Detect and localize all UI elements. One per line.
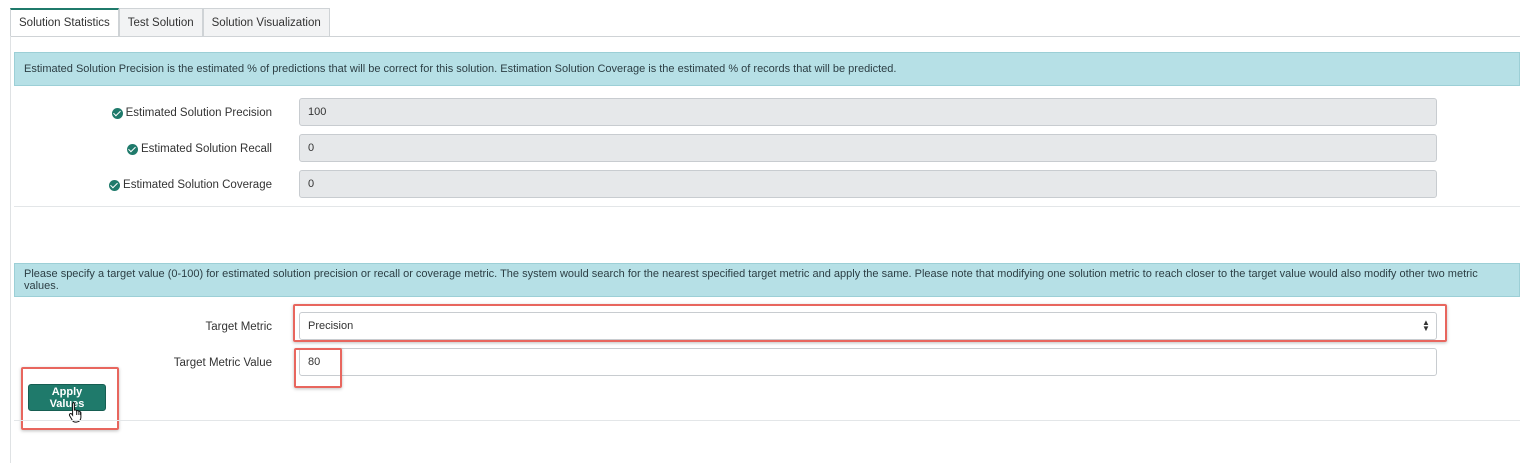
select-highlight-box <box>293 304 1447 342</box>
target-value-row: Target Metric Value 80 <box>14 348 1520 378</box>
section-divider <box>14 206 1520 207</box>
recall-label-text: Estimated Solution Recall <box>140 143 272 155</box>
tab-bar: Solution Statistics Test Solution Soluti… <box>10 8 330 37</box>
panel-border <box>10 36 11 463</box>
recall-row: Estimated Solution Recall 0 <box>14 134 1520 164</box>
check-circle-icon <box>111 107 123 119</box>
coverage-row: Estimated Solution Coverage 0 <box>14 170 1520 200</box>
statistics-info-text: Estimated Solution Precision is the esti… <box>24 63 897 75</box>
target-value-label: Target Metric Value <box>173 357 272 369</box>
precision-label: Estimated Solution Precision <box>111 98 272 128</box>
coverage-label-text: Estimated Solution Coverage <box>123 179 272 191</box>
coverage-field: 0 <box>299 170 1437 198</box>
target-metric-label: Target Metric <box>205 321 272 333</box>
tab-solution-visualization[interactable]: Solution Visualization <box>202 8 330 36</box>
recall-field: 0 <box>299 134 1437 162</box>
tab-divider <box>10 36 1520 37</box>
recall-label: Estimated Solution Recall <box>126 134 272 164</box>
precision-row: Estimated Solution Precision 100 <box>14 98 1520 128</box>
bottom-divider <box>14 420 1520 421</box>
precision-label-text: Estimated Solution Precision <box>125 107 272 119</box>
target-info-text: Please specify a target value (0-100) fo… <box>24 268 1478 292</box>
apply-values-button[interactable]: Apply Values <box>28 384 106 411</box>
tab-test-solution[interactable]: Test Solution <box>118 8 203 36</box>
target-value-input[interactable]: 80 <box>299 348 1437 376</box>
precision-field: 100 <box>299 98 1437 126</box>
tab-solution-statistics[interactable]: Solution Statistics <box>10 8 119 37</box>
coverage-label: Estimated Solution Coverage <box>109 170 272 200</box>
input-highlight-box <box>294 348 342 388</box>
statistics-info-banner: Estimated Solution Precision is the esti… <box>14 52 1520 86</box>
target-info-banner: Please specify a target value (0-100) fo… <box>14 263 1520 297</box>
check-circle-icon <box>109 179 121 191</box>
check-circle-icon <box>126 143 138 155</box>
